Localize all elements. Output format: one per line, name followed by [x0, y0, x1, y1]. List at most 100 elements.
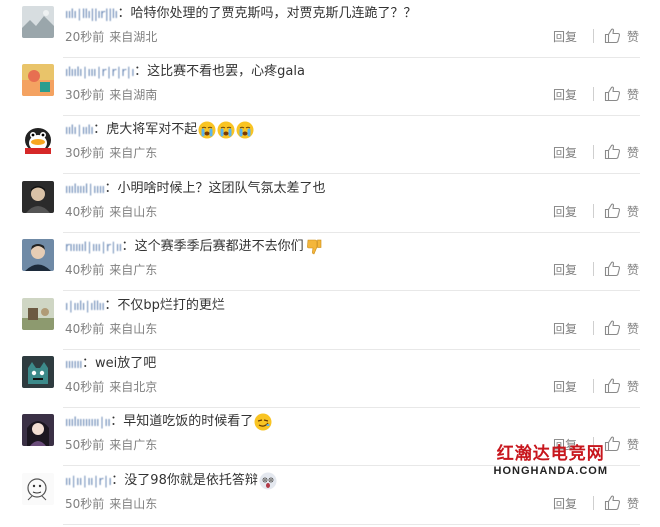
username-link[interactable]: ıılı∣llı||ır||lı: [65, 3, 118, 25]
like-button[interactable]: 赞: [604, 260, 639, 280]
row-divider: [63, 524, 640, 525]
comment-item: ılıılı∣ııı∣r∣r∣r∣ı：这比赛不看也罢，心疼gala 30秒前 来自湖…: [0, 58, 660, 116]
comment-meta: 40秒前 来自山东: [65, 202, 157, 222]
comment-item: ııılıııl∣ıııı：小明啥时候上？这团队气氛太差了也 40秒前 来自山东 回复…: [0, 175, 660, 233]
avatar-man[interactable]: [22, 181, 54, 213]
thumbs-up-icon: [604, 319, 621, 336]
timestamp: 40秒前: [65, 380, 105, 394]
colon: ：: [93, 122, 107, 137]
like-button[interactable]: 赞: [604, 85, 639, 105]
username-link[interactable]: ılıılı∣ııı∣r∣r∣r∣ı: [65, 61, 135, 83]
colon: ：: [104, 181, 118, 196]
colon: ：: [104, 298, 118, 313]
location: 来自湖北: [109, 30, 158, 44]
comment-meta: 30秒前 来自湖南: [65, 85, 157, 105]
comment-text: 早知道吃饭的时候看了: [123, 414, 254, 429]
comment-meta: 30秒前 来自广东: [65, 143, 157, 163]
location: 来自山东: [109, 205, 158, 219]
avatar-scene[interactable]: [22, 298, 54, 330]
avatar-colorful[interactable]: [22, 64, 54, 96]
divider: [592, 29, 594, 43]
username-link[interactable]: ıı∣ıı∣ıı∣r∣ı: [65, 470, 112, 492]
avatar-girl[interactable]: [22, 414, 54, 446]
comment-text: 不仅bp烂打的更烂: [117, 298, 225, 313]
like-label: 赞: [626, 205, 639, 219]
watermark: 红瀚达电竞网 HONGHANDA.COM: [494, 444, 608, 478]
comment-meta: 40秒前 来自山东: [65, 319, 157, 339]
colon: ：: [121, 239, 135, 254]
avatar-monster[interactable]: [22, 356, 54, 388]
comment-line: ıııııı：wei放了吧: [65, 353, 156, 375]
reply-button[interactable]: 回复: [553, 319, 577, 339]
comment-actions: 回复 赞: [553, 377, 639, 397]
reply-button[interactable]: 回复: [553, 260, 577, 280]
username-link[interactable]: rıııııl∣ııı∣r∣ıı: [65, 236, 122, 258]
divider: [592, 87, 594, 101]
thumbs-up-icon: [604, 85, 621, 102]
username-link[interactable]: ııılıııl∣ıııı: [65, 178, 105, 200]
avatar-duck[interactable]: [22, 122, 54, 154]
timestamp: 40秒前: [65, 263, 105, 277]
timestamp: 20秒前: [65, 30, 105, 44]
reply-button[interactable]: 回复: [553, 494, 577, 514]
comment-item: ıııııı：wei放了吧 40秒前 来自北京 回复 赞: [0, 350, 660, 408]
reply-button[interactable]: 回复: [553, 27, 577, 47]
location: 来自山东: [109, 497, 158, 511]
like-button[interactable]: 赞: [604, 494, 639, 514]
divider: [592, 262, 594, 276]
crying-emoji: [217, 121, 235, 139]
comment-actions: 回复 赞: [553, 494, 639, 514]
timestamp: 40秒前: [65, 205, 105, 219]
timestamp: 30秒前: [65, 146, 105, 160]
comment-meta: 20秒前 来自湖北: [65, 27, 157, 47]
like-button[interactable]: 赞: [604, 27, 639, 47]
location: 来自广东: [109, 438, 158, 452]
avatar-landscape[interactable]: [22, 6, 54, 38]
username-link[interactable]: ı∣ıılı∣ıllıı: [65, 295, 105, 317]
colon: ：: [82, 356, 96, 371]
comment-line: ııılıııl∣ıııı：小明啥时候上？这团队气氛太差了也: [65, 178, 326, 200]
like-button[interactable]: 赞: [604, 377, 639, 397]
comment-text: 哈特你处理的了贾克斯吗，对贾克斯几连跪了？？: [130, 6, 417, 21]
comment-meta: 40秒前 来自广东: [65, 260, 157, 280]
comment-actions: 回复 赞: [553, 202, 639, 222]
comment-line: ıı∣ıı∣ıı∣r∣ı：没了98你就是依托答辩: [65, 470, 277, 492]
row-divider: [63, 290, 640, 291]
divider: [592, 496, 594, 510]
comment-text: 这个赛季季后赛都进不去你们: [134, 239, 304, 254]
comment-item: ıılı∣ıılı：虎大将军对不起 30秒前 来自广东 回复赞: [0, 116, 660, 174]
shock-emoji: [259, 472, 277, 490]
thumbs-up-icon: [604, 260, 621, 277]
like-button[interactable]: 赞: [604, 143, 639, 163]
comment-actions: 回复 赞: [553, 27, 639, 47]
location: 来自北京: [109, 380, 158, 394]
username-link[interactable]: ıııııı: [65, 353, 83, 375]
like-button[interactable]: 赞: [604, 202, 639, 222]
comment-text: 这比赛不看也罢，心疼gala: [147, 64, 305, 79]
like-button[interactable]: 赞: [604, 319, 639, 339]
divider: [592, 145, 594, 159]
username-link[interactable]: ıılı∣ıılı: [65, 119, 94, 141]
divider: [592, 321, 594, 335]
location: 来自山东: [109, 322, 158, 336]
like-button[interactable]: 赞: [604, 435, 639, 455]
reply-button[interactable]: 回复: [553, 377, 577, 397]
comment-item: ıılı∣llı||ır||lı：哈特你处理的了贾克斯吗，对贾克斯几连跪了？？ 2…: [0, 0, 660, 58]
divider: [592, 204, 594, 218]
thumbs-up-icon: [604, 27, 621, 44]
divider: [592, 379, 594, 393]
comment-text: 小明啥时候上？这团队气氛太差了也: [117, 181, 326, 196]
row-divider: [63, 173, 640, 174]
avatar-sketch[interactable]: [22, 473, 54, 505]
watermark-en: HONGHANDA.COM: [493, 465, 608, 477]
reply-button[interactable]: 回复: [553, 85, 577, 105]
location: 来自广东: [109, 146, 158, 160]
avatar-portrait[interactable]: [22, 239, 54, 271]
crying-emoji: [236, 121, 254, 139]
username-link[interactable]: ııılıııııııı∣ıı: [65, 411, 111, 433]
smirk-emoji: [254, 413, 272, 431]
thumbs-up-icon: [604, 143, 621, 160]
reply-button[interactable]: 回复: [553, 143, 577, 163]
reply-button[interactable]: 回复: [553, 202, 577, 222]
comment-line: ıılı∣ıılı：虎大将军对不起: [65, 119, 254, 141]
